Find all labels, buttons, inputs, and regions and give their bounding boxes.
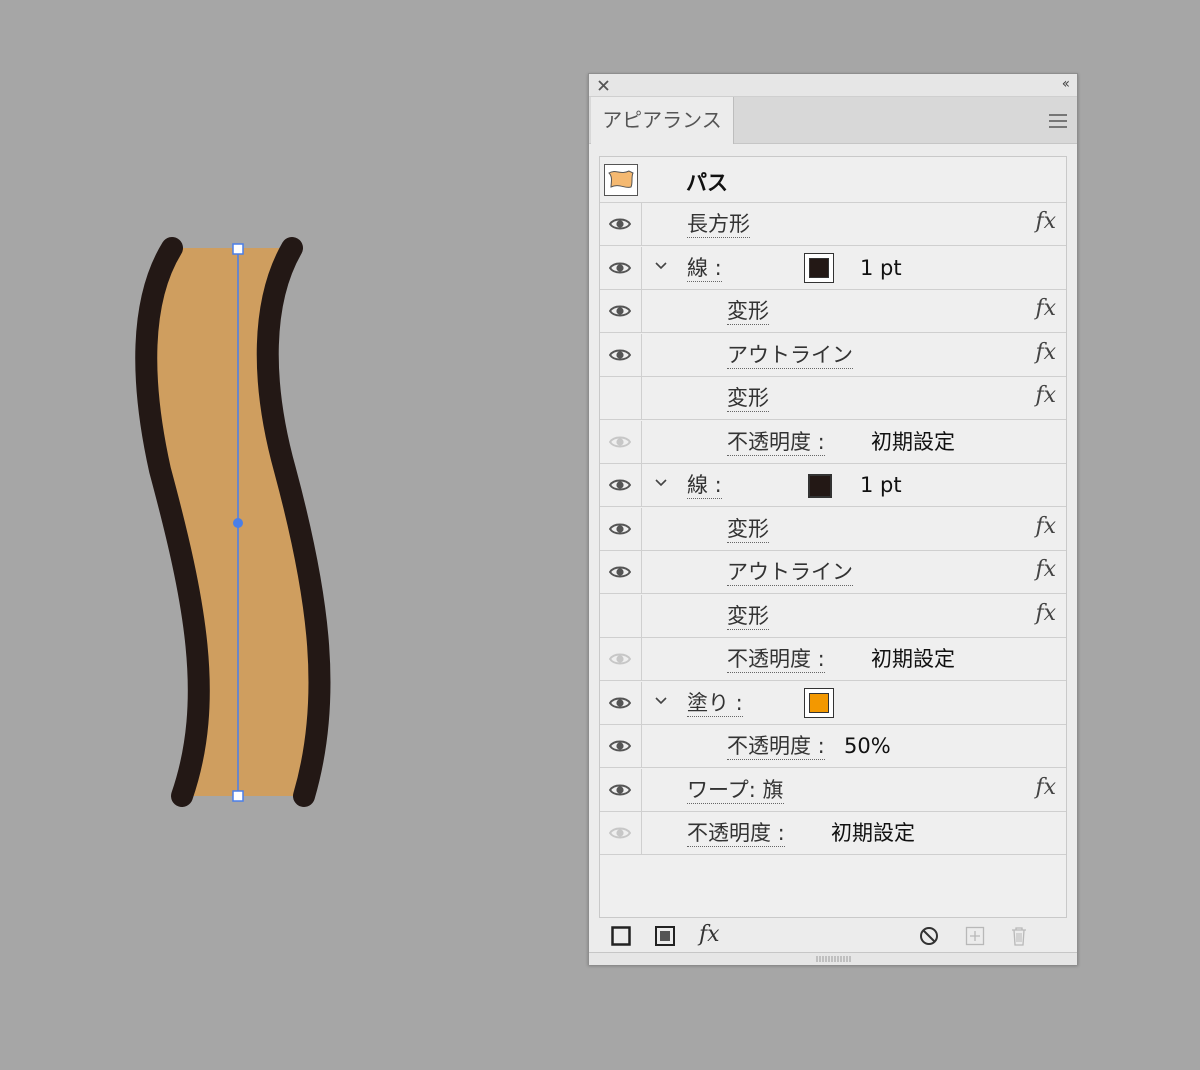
visibility-eye-icon[interactable] [600,464,642,506]
add-effect-icon[interactable]: fx [699,922,720,947]
effect-fx-icon[interactable]: fx [1035,296,1056,321]
effect-fx-icon[interactable]: fx [1035,209,1056,234]
effect-fx-icon[interactable]: fx [1035,775,1056,800]
appearance-attribute-link[interactable]: 塗り : [687,691,743,717]
appearance-row[interactable]: 変形 fx [600,290,1066,333]
appearance-attribute-link[interactable]: 変形 [727,604,769,630]
visibility-eye-icon[interactable] [600,507,642,550]
appearance-row[interactable]: 線 : 1 pt [600,246,1066,290]
appearance-list: パス 長方形 fx 線 : 1 pt 変形 fx アウトライン fx 変形 fx 不透明度 : 初期設… [599,156,1067,918]
clear-appearance-icon[interactable] [919,926,939,946]
visibility-eye-dim-icon[interactable] [600,638,642,680]
swatch-color [808,474,832,498]
visibility-eye-icon[interactable] [600,681,642,724]
appearance-row[interactable]: 変形 fx [600,594,1066,638]
swatch-color [809,257,829,278]
appearance-attribute-value: 1 pt [860,255,902,280]
chevron-down-icon[interactable] [654,259,668,273]
visibility-eye-icon[interactable] [600,333,642,376]
appearance-row[interactable]: 不透明度 : 50% [600,725,1066,768]
appearance-attribute-link[interactable]: アウトライン [727,560,853,586]
panel-title-bar: ‹‹ [589,74,1077,97]
visibility-eye-icon[interactable] [600,551,642,593]
appearance-attribute-link[interactable]: 変形 [727,517,769,543]
appearance-row[interactable]: 塗り : [600,681,1066,725]
chevron-down-icon[interactable] [654,476,668,490]
swatch-color [809,692,829,713]
delete-item-icon[interactable] [1009,926,1029,946]
panel-tab-bar: アピアランス [589,97,1077,144]
tab-appearance[interactable]: アピアランス [591,97,734,144]
appearance-attribute-value: 50% [844,734,891,758]
appearance-panel: ‹‹ アピアランス パス 長方形 fx 線 : 1 pt 変形 fx アウトライン fx 変形 f… [588,73,1078,965]
visibility-eye-dim-icon[interactable] [600,420,642,463]
effect-fx-icon[interactable]: fx [1035,383,1056,408]
appearance-attribute-link[interactable]: 変形 [727,386,769,412]
appearance-attribute-link[interactable]: 変形 [727,299,769,325]
effect-fx-icon[interactable]: fx [1035,557,1056,582]
appearance-attribute-link[interactable]: 不透明度 : [727,734,825,760]
appearance-attribute-link[interactable]: 不透明度 : [727,647,825,673]
visibility-eye-icon[interactable] [600,290,642,332]
object-header-row[interactable]: パス [600,157,1066,203]
object-thumbnail [604,164,638,196]
appearance-attribute-link[interactable]: 線 : [687,473,722,499]
visibility-eye-icon[interactable] [600,203,642,245]
fill-color-swatch[interactable] [804,687,834,718]
effect-fx-icon[interactable]: fx [1035,601,1056,626]
appearance-row[interactable]: 線 : 1 pt [600,464,1066,507]
appearance-attribute-link[interactable]: アウトライン [727,343,853,369]
appearance-row[interactable]: アウトライン fx [600,333,1066,377]
appearance-attribute-value: 初期設定 [831,821,915,845]
appearance-attribute-link[interactable]: 長方形 [687,212,750,238]
artwork-canvas [135,237,331,807]
stroke-color-swatch[interactable] [804,252,834,283]
visibility-toggle-empty[interactable] [600,594,642,637]
panel-menu-icon[interactable] [1049,114,1067,128]
appearance-attribute-value: 1 pt [860,473,902,497]
duplicate-item-icon[interactable] [965,926,985,946]
visibility-eye-icon[interactable] [600,768,642,811]
add-stroke-icon[interactable] [611,926,631,946]
appearance-attribute-link[interactable]: 線 : [687,256,722,282]
appearance-row[interactable]: 不透明度 : 初期設定 [600,420,1066,464]
visibility-eye-icon[interactable] [600,725,642,767]
appearance-row[interactable]: アウトライン fx [600,551,1066,594]
appearance-attribute-value: 初期設定 [871,429,955,454]
appearance-row[interactable]: ワープ: 旗 fx [600,768,1066,812]
appearance-row[interactable]: 不透明度 : 初期設定 [600,638,1066,681]
visibility-toggle-empty[interactable] [600,377,642,419]
add-fill-icon[interactable] [655,926,675,946]
chevron-down-icon[interactable] [654,694,668,708]
stroke-color-swatch[interactable] [806,470,836,500]
close-icon[interactable] [597,79,610,92]
appearance-row[interactable]: 長方形 fx [600,203,1066,246]
visibility-eye-dim-icon[interactable] [600,812,642,854]
appearance-row[interactable]: 変形 fx [600,507,1066,551]
selection-anchor-top[interactable] [232,243,244,255]
visibility-eye-icon[interactable] [600,246,642,289]
panel-resize-grip[interactable] [589,952,1077,965]
selection-center-point[interactable] [233,518,243,528]
object-title: パス [686,171,728,195]
appearance-attribute-link[interactable]: 不透明度 : [727,430,825,456]
effect-fx-icon[interactable]: fx [1035,514,1056,539]
collapse-panel-icon[interactable]: ‹‹ [1062,76,1070,92]
appearance-attribute-value: 初期設定 [871,647,955,671]
appearance-row[interactable]: 変形 fx [600,377,1066,420]
effect-fx-icon[interactable]: fx [1035,340,1056,365]
appearance-attribute-link[interactable]: ワープ: 旗 [687,778,784,804]
appearance-row[interactable]: 不透明度 : 初期設定 [600,812,1066,855]
panel-footer: fx [589,922,1077,956]
selection-anchor-bottom[interactable] [232,790,244,802]
appearance-attribute-link[interactable]: 不透明度 : [687,821,785,847]
